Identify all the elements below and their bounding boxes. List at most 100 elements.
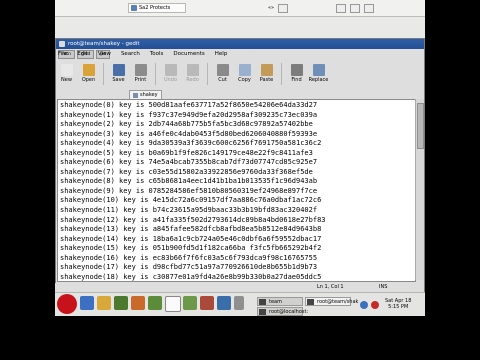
clock-time: 5:15 PM <box>388 304 409 310</box>
editor-line[interactable]: shakeynode(4) key is 9da30539a3f3639c600… <box>60 139 415 149</box>
tools-launcher-icon[interactable] <box>200 296 214 310</box>
vertical-scrollbar[interactable] <box>415 99 424 280</box>
text-editor[interactable]: shakeynode(0) key is 500d81aafe637717a52… <box>57 99 416 282</box>
alert-icon[interactable] <box>371 301 379 309</box>
cut-button[interactable]: Cut <box>213 62 232 86</box>
screen: Sa2 Protects «» root@team/shakey - gedit… <box>55 0 425 360</box>
find-icon <box>290 64 303 76</box>
toolbar: New Open Save Print Undo Redo Cut Copy P… <box>55 62 425 86</box>
letterbox-bottom <box>55 316 425 360</box>
control-button-3[interactable] <box>350 3 361 13</box>
editor-line[interactable]: shakeynode(13) key is a845fafee582dfcb8a… <box>60 225 415 235</box>
editor-line[interactable]: shakeynode(15) key is 051b900fd5d1f182ca… <box>60 244 415 254</box>
cut-icon <box>216 64 229 76</box>
editor-line[interactable]: shakeynode(16) key is ec83b66f7f6fc03a5c… <box>60 254 415 264</box>
editor-line[interactable]: shakeynode(17) key is d98cfbd77c51a97a77… <box>60 263 415 273</box>
replace-icon <box>312 64 325 76</box>
editor-line[interactable]: shakeynode(11) key is b74c23615a95d9baac… <box>60 206 415 216</box>
document-tab[interactable]: shakey <box>129 90 162 99</box>
editor-line[interactable]: shakeynode(9) key is 0785284586ef5810b80… <box>60 187 415 197</box>
taskbar-item-terminal[interactable]: root@localhost: <box>257 307 308 316</box>
statusbar: Ln 1, Col 1 INS <box>55 283 423 292</box>
taskbar-item-gedit[interactable]: root@team/shak <box>305 297 358 306</box>
network-launcher-icon[interactable] <box>217 296 231 310</box>
control-button-4[interactable] <box>364 3 375 13</box>
print-button[interactable]: Print <box>131 62 150 86</box>
document-tab-label: shakey <box>140 92 158 98</box>
toolbar-separator <box>281 63 282 85</box>
insert-mode: INS <box>379 284 388 290</box>
editor-line[interactable]: shakeynode(3) key is a46fe0c4dab0453f5d8… <box>60 130 415 140</box>
editor-line[interactable]: shakeynode(1) key is f937c37e949d9efa20d… <box>60 111 415 121</box>
editor-line[interactable]: shakeynode(5) key is b0a69b1f9fe826c1491… <box>60 149 415 159</box>
terminal-icon <box>259 309 266 315</box>
editor-line[interactable]: shakeynode(12) key is a41fa335f502d27936… <box>60 216 415 226</box>
replace-button[interactable]: Replace <box>309 62 328 86</box>
project-label: Sa2 Protects <box>139 5 171 11</box>
top-panel-controls: «» <box>268 3 394 13</box>
undo-icon <box>164 64 177 76</box>
window-titlebar[interactable]: root@team/shakey - gedit <box>56 39 424 49</box>
window-title: root@team/shakey - gedit <box>68 41 140 47</box>
editor-line[interactable]: shakeynode(6) key is 74e5a4bcab7355b8cab… <box>60 158 415 168</box>
terminal-launcher-icon[interactable] <box>165 296 181 312</box>
menu-view[interactable]: View <box>98 51 111 59</box>
menubar: File Edit View Search Tools Documents He… <box>55 51 227 59</box>
editor-icon <box>307 299 314 305</box>
redo-icon <box>186 64 199 76</box>
bottom-panel: team root@team/shak root@localhost: Sat … <box>55 292 425 317</box>
presentation-launcher-icon[interactable] <box>131 296 145 310</box>
toolbar-separator <box>103 63 104 85</box>
editor-line[interactable]: shakeynode(14) key is 18ba6a1c9cb724a05e… <box>60 235 415 245</box>
editor-content[interactable]: shakeynode(0) key is 500d81aafe637717a52… <box>58 100 415 281</box>
taskbar-item-team[interactable]: team <box>257 297 303 306</box>
mail-launcher-icon[interactable] <box>97 296 111 310</box>
menu-tools[interactable]: Tools <box>150 51 164 59</box>
toolbar-separator <box>207 63 208 85</box>
open-button[interactable]: Open <box>79 62 98 86</box>
open-folder-icon <box>82 64 95 76</box>
undo-button[interactable]: Undo <box>161 62 180 86</box>
scrollbar-thumb[interactable] <box>417 103 424 149</box>
cursor-position: Ln 1, Col 1 <box>317 284 344 290</box>
save-icon <box>112 64 125 76</box>
save-button[interactable]: Save <box>109 62 128 86</box>
print-icon <box>134 64 147 76</box>
folder-icon <box>259 299 266 305</box>
project-window-button[interactable]: Sa2 Protects <box>128 3 186 13</box>
menu-edit[interactable]: Edit <box>77 51 88 59</box>
control-button-1[interactable] <box>278 3 289 13</box>
editor-line[interactable]: shakeynode(0) key is 500d81aafe637717a52… <box>60 101 415 111</box>
editor-line[interactable]: shakeynode(7) key is c03e55d15802a339228… <box>60 168 415 178</box>
new-document-icon <box>60 64 73 76</box>
control-button-2[interactable] <box>336 3 347 13</box>
workspace-switcher-icon[interactable] <box>234 296 244 310</box>
control-label: «» <box>268 5 275 11</box>
project-icon <box>131 5 137 11</box>
paste-button[interactable]: Paste <box>257 62 276 86</box>
menu-search[interactable]: Search <box>121 51 140 59</box>
editor-line[interactable]: shakeynode(2) key is 2db744a68b775b5fa5b… <box>60 120 415 130</box>
applications-launcher-icon[interactable] <box>183 296 197 310</box>
redo-button[interactable]: Redo <box>183 62 202 86</box>
menu-documents[interactable]: Documents <box>173 51 204 59</box>
paste-icon <box>260 64 273 76</box>
copy-icon <box>238 64 251 76</box>
editor-line[interactable]: shakeynode(10) key is 4e15dc72a6c09157df… <box>60 196 415 206</box>
document-icon <box>133 92 138 98</box>
editor-line[interactable]: shakeynode(8) key is c65b8681a4eec1d41b1… <box>60 177 415 187</box>
redhat-logo-icon[interactable] <box>57 294 77 314</box>
find-button[interactable]: Find <box>287 62 306 86</box>
network-status-icon[interactable] <box>360 301 368 309</box>
office-launcher-icon[interactable] <box>114 296 128 310</box>
spreadsheet-launcher-icon[interactable] <box>148 296 162 310</box>
editor-line[interactable]: shakeynode(18) key is c30877e01a9fd4a26e… <box>60 273 415 281</box>
menu-file[interactable]: File <box>58 51 67 59</box>
menu-help[interactable]: Help <box>215 51 228 59</box>
clock[interactable]: Sat Apr 18 5:15 PM <box>385 298 411 310</box>
browser-launcher-icon[interactable] <box>80 296 94 310</box>
top-panel: Sa2 Protects «» <box>55 0 425 17</box>
copy-button[interactable]: Copy <box>235 62 254 86</box>
new-button[interactable]: New <box>57 62 76 86</box>
toolbar-separator <box>155 63 156 85</box>
